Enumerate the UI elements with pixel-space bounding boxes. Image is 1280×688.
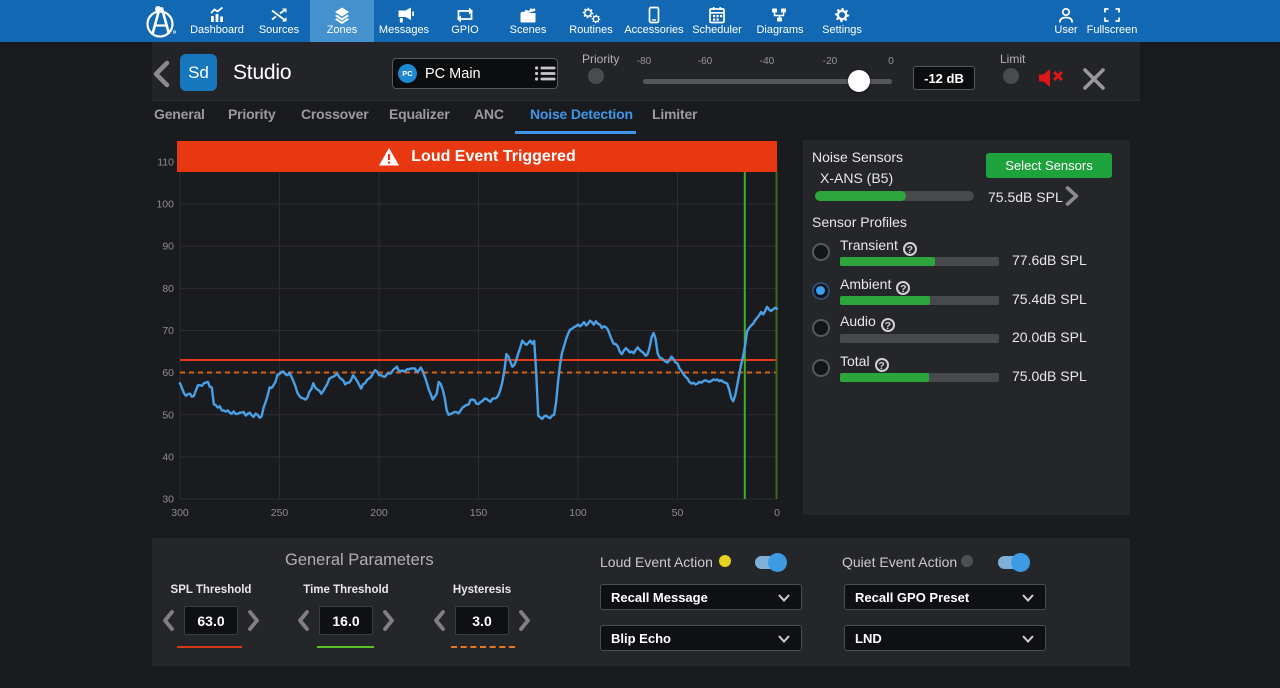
- svg-text:110: 110: [157, 157, 174, 169]
- svg-text:60: 60: [162, 367, 174, 379]
- svg-text:200: 200: [370, 507, 388, 519]
- svg-text:80: 80: [162, 283, 174, 295]
- svg-text:50: 50: [672, 507, 684, 519]
- svg-text:100: 100: [569, 507, 587, 519]
- svg-text:100: 100: [156, 199, 174, 211]
- svg-text:150: 150: [470, 507, 488, 519]
- svg-text:70: 70: [162, 325, 174, 337]
- svg-text:50: 50: [162, 409, 174, 421]
- svg-text:40: 40: [162, 451, 174, 463]
- svg-text:90: 90: [162, 241, 174, 253]
- svg-text:300: 300: [171, 507, 189, 519]
- svg-text:0: 0: [774, 507, 780, 519]
- svg-text:250: 250: [271, 507, 289, 519]
- svg-text:30: 30: [162, 494, 174, 506]
